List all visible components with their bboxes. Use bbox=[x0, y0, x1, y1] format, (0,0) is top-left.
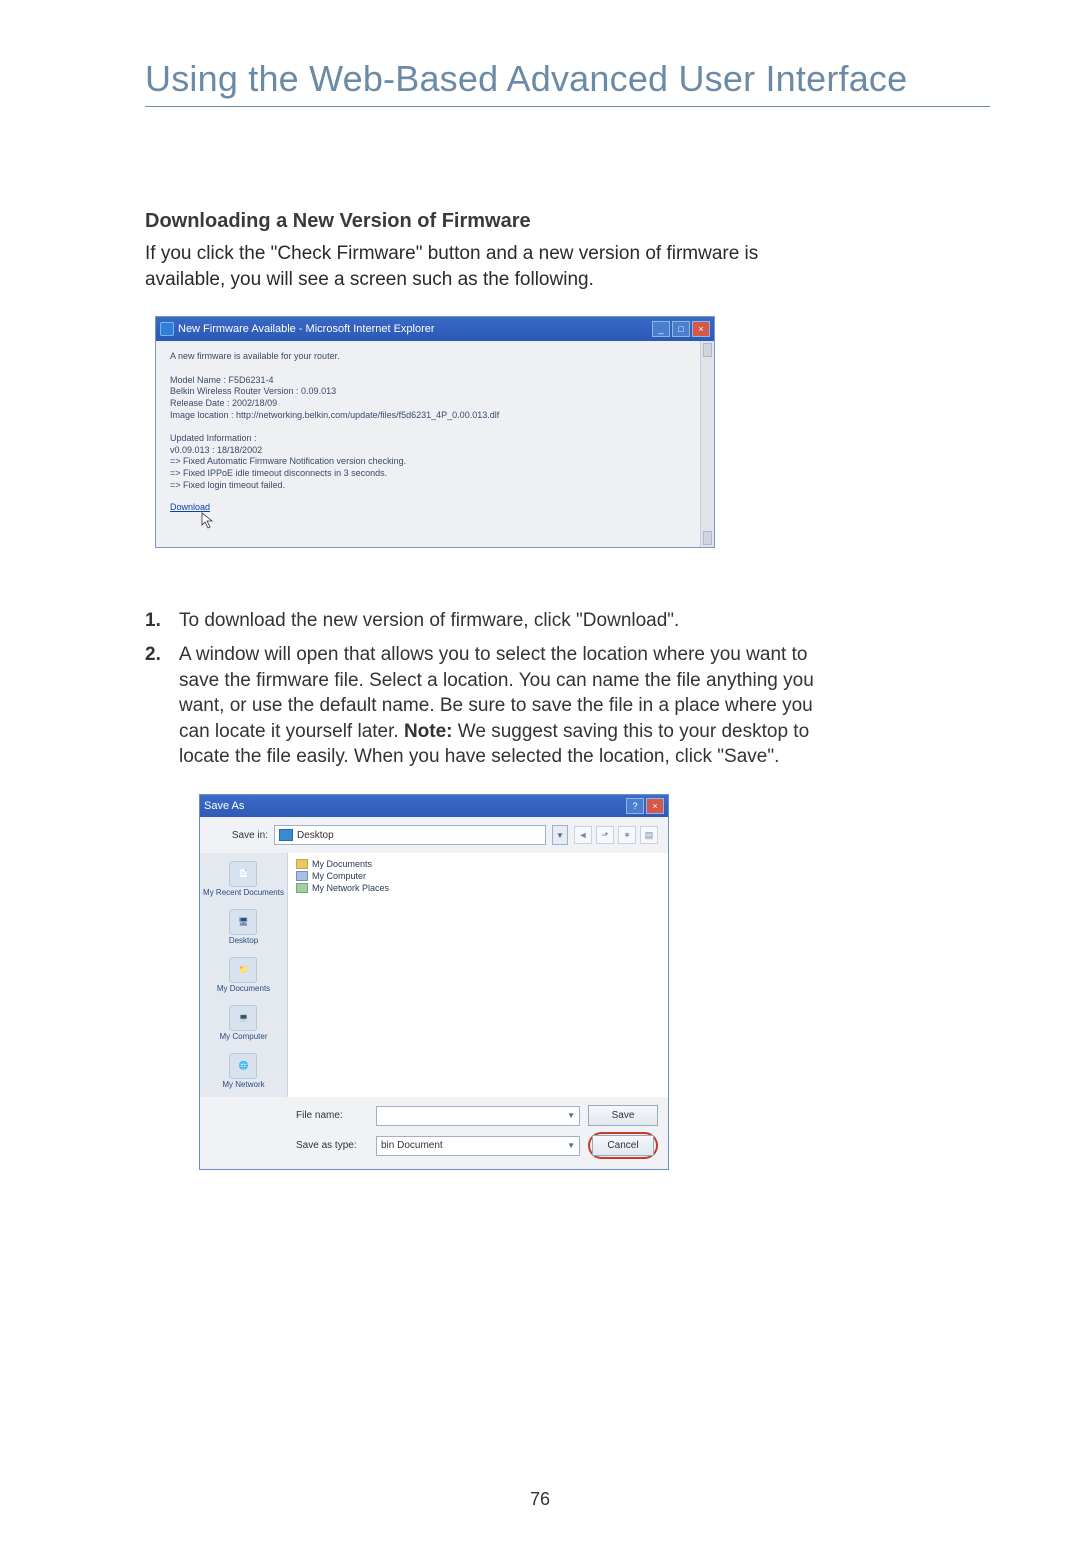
place-recent-documents[interactable]: 📄 My Recent Documents bbox=[203, 861, 284, 897]
saveas-top-row: Save in: Desktop ▼ ◄ ⬏ ✶ ▤ bbox=[200, 817, 668, 853]
filename-label: File name: bbox=[296, 1110, 368, 1121]
file-item-my-computer[interactable]: My Computer bbox=[296, 871, 660, 881]
cancel-button[interactable]: Cancel bbox=[592, 1135, 654, 1156]
version-detail-line: v0.09.013 : 18/18/2002 bbox=[170, 445, 700, 457]
file-label: My Computer bbox=[312, 871, 366, 881]
file-label: My Network Places bbox=[312, 883, 389, 893]
cursor-icon bbox=[200, 511, 216, 529]
saveas-titlebar: Save As ? × bbox=[200, 795, 668, 817]
save-in-value: Desktop bbox=[297, 830, 334, 841]
file-item-my-network-places[interactable]: My Network Places bbox=[296, 883, 660, 893]
cancel-highlight-circle: Cancel bbox=[588, 1132, 658, 1159]
maximize-button[interactable]: □ bbox=[672, 321, 690, 337]
computer-icon bbox=[296, 871, 308, 881]
minimize-button[interactable]: _ bbox=[652, 321, 670, 337]
note-label: Note: bbox=[404, 721, 453, 742]
file-label: My Documents bbox=[312, 859, 372, 869]
version-line: Belkin Wireless Router Version : 0.09.01… bbox=[170, 386, 700, 398]
place-my-computer[interactable]: 💻 My Computer bbox=[219, 1005, 267, 1041]
fix-line-1: => Fixed Automatic Firmware Notification… bbox=[170, 456, 700, 468]
step-number: 2. bbox=[145, 642, 179, 770]
back-icon[interactable]: ◄ bbox=[574, 826, 592, 844]
page-title: Using the Web-Based Advanced User Interf… bbox=[145, 58, 990, 107]
intro-paragraph: If you click the "Check Firmware" button… bbox=[145, 241, 825, 292]
file-item-my-documents[interactable]: My Documents bbox=[296, 859, 660, 869]
network-places-icon bbox=[296, 883, 308, 893]
place-label: My Computer bbox=[219, 1033, 267, 1041]
updated-info-line: Updated Information : bbox=[170, 433, 700, 445]
place-label: My Documents bbox=[217, 985, 270, 993]
step-text: A window will open that allows you to se… bbox=[179, 642, 825, 770]
step-1: 1. To download the new version of firmwa… bbox=[145, 608, 825, 634]
saveastype-label: Save as type: bbox=[296, 1140, 368, 1151]
computer-icon: 💻 bbox=[229, 1005, 257, 1031]
place-label: My Network bbox=[222, 1081, 264, 1089]
close-button[interactable]: × bbox=[692, 321, 710, 337]
up-icon[interactable]: ⬏ bbox=[596, 826, 614, 844]
views-icon[interactable]: ▤ bbox=[640, 826, 658, 844]
steps-list: 1. To download the new version of firmwa… bbox=[145, 608, 825, 770]
ie-icon bbox=[160, 322, 174, 336]
browser-body: A new firmware is available for your rou… bbox=[156, 341, 714, 547]
release-date-line: Release Date : 2002/18/09 bbox=[170, 398, 700, 410]
save-in-combo[interactable]: Desktop bbox=[274, 825, 546, 845]
save-button[interactable]: Save bbox=[588, 1105, 658, 1126]
saveas-bottom-controls: File name: ▼ Save Save as type: bin Docu… bbox=[200, 1097, 668, 1169]
firmware-available-window: New Firmware Available - Microsoft Inter… bbox=[155, 316, 715, 548]
recent-documents-icon: 📄 bbox=[229, 861, 257, 887]
section-heading: Downloading a New Version of Firmware bbox=[145, 210, 825, 233]
place-desktop[interactable]: 🖥 Desktop bbox=[229, 909, 258, 945]
step-2: 2. A window will open that allows you to… bbox=[145, 642, 825, 770]
saveastype-field[interactable]: bin Document ▼ bbox=[376, 1136, 580, 1156]
scrollbar[interactable] bbox=[700, 341, 714, 547]
place-label: My Recent Documents bbox=[203, 889, 284, 897]
desktop-place-icon: 🖥 bbox=[229, 909, 257, 935]
file-list[interactable]: My Documents My Computer My Network Plac… bbox=[288, 853, 668, 1097]
save-in-label: Save in: bbox=[210, 830, 268, 841]
image-location-line: Image location : http://networking.belki… bbox=[170, 410, 700, 422]
fix-line-3: => Fixed login timeout failed. bbox=[170, 480, 700, 492]
filename-field[interactable]: ▼ bbox=[376, 1106, 580, 1126]
dropdown-arrow-icon[interactable]: ▼ bbox=[567, 1141, 575, 1150]
close-button[interactable]: × bbox=[646, 798, 664, 814]
place-label: Desktop bbox=[229, 937, 258, 945]
step-number: 1. bbox=[145, 608, 179, 634]
info-line: A new firmware is available for your rou… bbox=[170, 351, 700, 363]
model-line: Model Name : F5D6231-4 bbox=[170, 375, 700, 387]
dropdown-arrow-icon[interactable]: ▼ bbox=[567, 1111, 575, 1120]
window-titlebar: New Firmware Available - Microsoft Inter… bbox=[156, 317, 714, 341]
help-button[interactable]: ? bbox=[626, 798, 644, 814]
fix-line-2: => Fixed IPPoE idle timeout disconnects … bbox=[170, 468, 700, 480]
documents-icon: 📁 bbox=[229, 957, 257, 983]
network-icon: 🌐 bbox=[229, 1053, 257, 1079]
window-title: New Firmware Available - Microsoft Inter… bbox=[178, 323, 435, 335]
places-bar: 📄 My Recent Documents 🖥 Desktop 📁 My Doc… bbox=[200, 853, 288, 1097]
step-text: To download the new version of firmware,… bbox=[179, 608, 825, 634]
saveas-title: Save As bbox=[204, 800, 244, 812]
new-folder-icon[interactable]: ✶ bbox=[618, 826, 636, 844]
save-as-dialog: Save As ? × Save in: Desktop ▼ ◄ ⬏ ✶ ▤ bbox=[199, 794, 669, 1170]
folder-icon bbox=[296, 859, 308, 869]
desktop-icon bbox=[279, 829, 293, 841]
dropdown-arrow-icon[interactable]: ▼ bbox=[552, 825, 568, 845]
place-my-documents[interactable]: 📁 My Documents bbox=[217, 957, 270, 993]
page-number: 76 bbox=[0, 1489, 1080, 1510]
saveastype-value: bin Document bbox=[381, 1140, 443, 1151]
place-my-network[interactable]: 🌐 My Network bbox=[222, 1053, 264, 1089]
